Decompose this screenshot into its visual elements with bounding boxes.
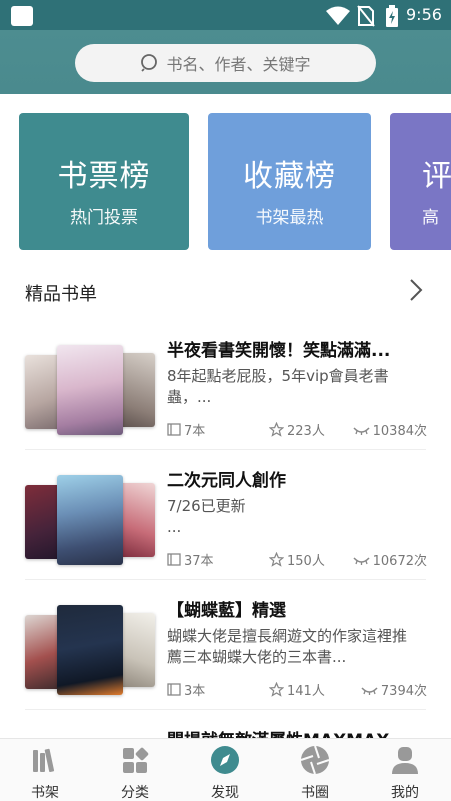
rank-card-subtitle: 热门投票 <box>70 208 138 228</box>
bottom-nav: 书架 分类 发现 书圈 我的 <box>0 738 451 801</box>
wifi-icon <box>326 6 350 25</box>
star-icon <box>269 552 284 567</box>
rank-card-collection[interactable]: 收藏榜 书架最热 <box>208 113 371 250</box>
status-time: 9:56 <box>406 5 442 24</box>
notification-icon <box>11 6 33 26</box>
book-icon <box>167 423 181 436</box>
book-count: 3本 <box>167 680 205 699</box>
aperture-icon <box>300 745 330 775</box>
tab-label: 分类 <box>121 785 149 801</box>
view-count-value: 7394次 <box>380 684 427 699</box>
like-count: 150人 <box>269 550 325 569</box>
book-list-meta: 3本 141人 7394次 <box>167 680 427 699</box>
like-count-value: 223人 <box>287 424 325 439</box>
section-title: 精品书单 <box>25 284 97 305</box>
no-sim-icon <box>357 5 375 27</box>
rank-card-book-ticket[interactable]: 书票榜 热门投票 <box>19 113 189 250</box>
eye-icon <box>361 686 378 695</box>
tab-label: 我的 <box>391 785 419 801</box>
star-icon <box>269 422 284 437</box>
list-item[interactable]: 半夜看書笑開懷！笑點滿滿... 8年起點老屁股，5年vip會員老書蟲，... 7… <box>0 320 451 450</box>
eye-icon <box>353 556 370 565</box>
like-count-value: 150人 <box>287 554 325 569</box>
tab-bookshelf[interactable]: 书架 <box>0 739 90 801</box>
book-count: 7本 <box>167 420 205 439</box>
book-count: 37本 <box>167 550 214 569</box>
view-count: 10672次 <box>353 550 427 569</box>
compass-icon <box>211 746 239 774</box>
list-item[interactable]: 二次元同人創作 7/26已更新 ... 37本 150人 10672次 <box>0 450 451 580</box>
book-list-description: 蝴蝶大佬是擅長網遊文的作家這裡推薦三本蝴蝶大佬的三本書... <box>167 627 408 666</box>
booklist-section-header[interactable]: 精品书单 <box>0 270 451 310</box>
app-header: 9:56 书名、作者、关键字 <box>0 0 451 94</box>
book-list-description: 7/26已更新 ... <box>167 497 246 536</box>
tab-book-circle[interactable]: 书圈 <box>270 739 360 801</box>
chevron-right-icon[interactable] <box>404 277 426 303</box>
search-placeholder: 书名、作者、关键字 <box>166 55 311 74</box>
view-count-value: 10672次 <box>372 554 427 569</box>
status-bar: 9:56 <box>0 0 451 30</box>
category-icon <box>123 747 149 773</box>
book-count-value: 7本 <box>184 424 206 439</box>
like-count: 223人 <box>269 420 325 439</box>
tab-profile[interactable]: 我的 <box>360 739 450 801</box>
book-icon <box>167 683 181 696</box>
book-covers <box>25 345 155 435</box>
rank-card-subtitle: 高 <box>422 208 439 228</box>
rank-card-subtitle: 书架最热 <box>255 208 324 228</box>
tab-label: 书圈 <box>301 785 329 801</box>
tab-label: 书架 <box>31 785 59 801</box>
like-count: 141人 <box>269 680 325 699</box>
rank-cards: 书票榜 热门投票 收藏榜 书架最热 评 高 <box>0 94 451 264</box>
bookshelf-icon <box>33 748 55 772</box>
star-icon <box>269 682 284 697</box>
book-count-value: 3本 <box>184 684 206 699</box>
battery-icon <box>386 5 398 27</box>
tab-label: 发现 <box>211 785 239 801</box>
rank-card-title: 书票榜 <box>57 159 151 194</box>
view-count-value: 10384次 <box>372 424 427 439</box>
book-list-meta: 37本 150人 10672次 <box>167 550 427 569</box>
eye-icon <box>353 426 370 435</box>
book-list-title: 半夜看書笑開懷！笑點滿滿... <box>167 341 391 361</box>
book-list-title: 【蝴蝶藍】精選 <box>167 601 286 621</box>
book-list-title: 二次元同人創作 <box>167 471 286 491</box>
view-count: 7394次 <box>361 680 427 699</box>
rank-card-title: 评 <box>422 159 451 194</box>
book-cover <box>57 475 123 565</box>
book-icon <box>167 553 181 566</box>
list-item[interactable]: 【蝴蝶藍】精選 蝴蝶大佬是擅長網遊文的作家這裡推薦三本蝴蝶大佬的三本書... 3… <box>0 580 451 710</box>
book-cover <box>57 345 123 435</box>
user-icon <box>392 747 418 774</box>
book-covers <box>25 605 155 695</box>
view-count: 10384次 <box>353 420 427 439</box>
rank-card-review[interactable]: 评 高 <box>390 113 451 250</box>
search-icon <box>141 54 158 72</box>
tab-category[interactable]: 分类 <box>90 739 180 801</box>
book-covers <box>25 475 155 565</box>
like-count-value: 141人 <box>287 684 325 699</box>
search-input[interactable]: 书名、作者、关键字 <box>75 44 376 82</box>
book-list-meta: 7本 223人 10384次 <box>167 420 427 439</box>
book-cover <box>57 605 123 695</box>
book-count-value: 37本 <box>184 554 214 569</box>
tab-discover[interactable]: 发现 <box>180 739 270 801</box>
rank-card-title: 收藏榜 <box>243 159 336 194</box>
book-list-description: 8年起點老屁股，5年vip會員老書蟲，... <box>167 367 389 406</box>
